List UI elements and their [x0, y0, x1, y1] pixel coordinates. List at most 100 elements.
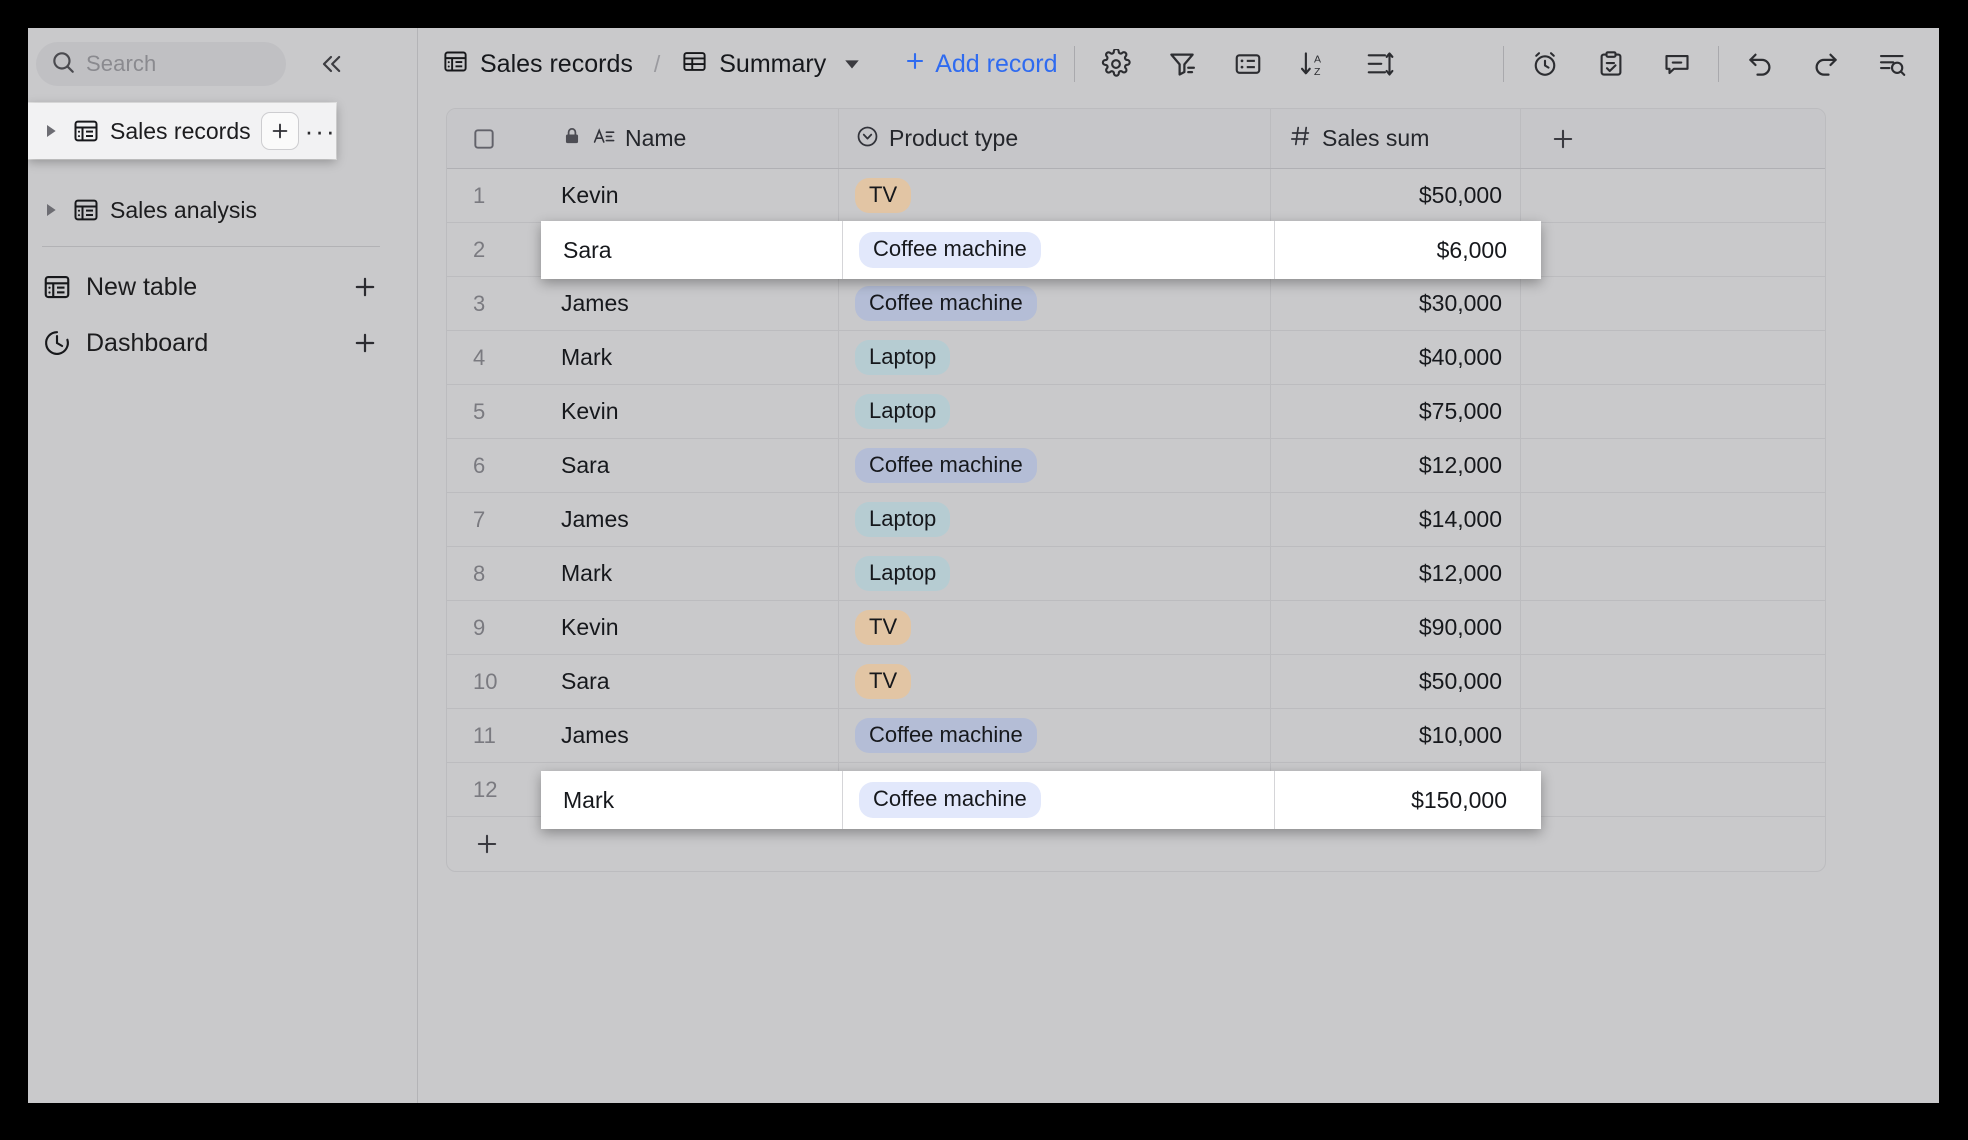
collapse-sidebar-button[interactable] [312, 45, 350, 83]
add-view-button[interactable] [260, 112, 299, 150]
cell-sales-sum[interactable]: $6,000 [1271, 223, 1521, 276]
add-column-button[interactable] [1521, 109, 1825, 168]
table-row[interactable]: 3 James Coffee machine $30,000 [447, 277, 1825, 331]
search-input[interactable]: Search [36, 42, 286, 86]
plus-icon [903, 49, 927, 80]
breadcrumb-separator: / [653, 50, 661, 77]
table-row[interactable]: 7 James Laptop $14,000 [447, 493, 1825, 547]
cell-sales-sum[interactable]: $12,000 [1271, 439, 1521, 492]
table-row[interactable]: 6 Sara Coffee machine $12,000 [447, 439, 1825, 493]
cell-name[interactable]: Kevin [539, 385, 839, 438]
cell-product-type[interactable]: TV [839, 655, 1271, 708]
records-grid: Name Product type Sales sum 1 Kevin TV $… [446, 108, 1826, 872]
reminder-icon[interactable] [1520, 39, 1570, 89]
cell-name[interactable]: Sara [539, 223, 839, 276]
add-dashboard-button[interactable] [348, 326, 382, 360]
table-row[interactable]: 10 Sara TV $50,000 [447, 655, 1825, 709]
cell-name[interactable]: Sara [539, 439, 839, 492]
table-row[interactable]: 5 Kevin Laptop $75,000 [447, 385, 1825, 439]
cell-sales-sum[interactable]: $14,000 [1271, 493, 1521, 546]
grid-body: 1 Kevin TV $50,000 2 Sara Coffee machine $6,000… [447, 169, 1825, 817]
cell-name[interactable]: James [539, 709, 839, 762]
cell-name[interactable]: Mark [539, 763, 839, 816]
cell-sales-sum[interactable]: $40,000 [1271, 331, 1521, 384]
main-area: Sales records / Summary Add record A Z N… [418, 28, 1939, 1103]
sidebar-search-row: Search [36, 37, 408, 91]
cell-sales-sum[interactable]: $150,000 [1271, 763, 1521, 816]
find-in-table-icon[interactable] [1867, 39, 1917, 89]
sidebar-item-dashboard[interactable]: Dashboard [42, 316, 382, 370]
cell-sales-sum[interactable]: $30,000 [1271, 277, 1521, 330]
cell-product-type[interactable]: Laptop [839, 493, 1271, 546]
cell-sales-sum[interactable]: $12,000 [1271, 547, 1521, 600]
svg-text:A: A [1314, 53, 1321, 65]
search-icon [50, 49, 76, 80]
table-icon [72, 117, 100, 145]
table-row[interactable]: 9 Kevin TV $90,000 [447, 601, 1825, 655]
select-all-checkbox[interactable] [447, 109, 539, 168]
sidebar-item-sales-analysis[interactable]: Sales analysis [40, 183, 390, 237]
table-row[interactable]: 12 Mark Coffee machine $150,000 [447, 763, 1825, 817]
settings-icon[interactable] [1091, 39, 1141, 89]
cell-name[interactable]: James [539, 493, 839, 546]
product-type-tag: Coffee machine [855, 717, 1037, 754]
undo-icon[interactable] [1735, 39, 1785, 89]
column-header-sales-sum[interactable]: Sales sum [1271, 109, 1521, 168]
sidebar-item-sales-records[interactable]: Sales records ··· [28, 103, 336, 159]
breadcrumb-table[interactable]: Sales records [442, 48, 633, 80]
breadcrumb-view[interactable]: Summary [681, 48, 861, 80]
table-row[interactable]: 2 Sara Coffee machine $6,000 [447, 223, 1825, 277]
table-row[interactable]: 11 James Coffee machine $10,000 [447, 709, 1825, 763]
column-header-product-type[interactable]: Product type [839, 109, 1271, 168]
cell-product-type[interactable]: Coffee machine [839, 223, 1271, 276]
cell-sales-sum[interactable]: $50,000 [1271, 655, 1521, 708]
table-row[interactable]: 4 Mark Laptop $40,000 [447, 331, 1825, 385]
cell-product-type[interactable]: TV [839, 601, 1271, 654]
toolbar-utility-tools [1520, 39, 1702, 89]
cell-name[interactable]: Sara [539, 655, 839, 708]
cell-product-type[interactable]: Coffee machine [839, 709, 1271, 762]
add-record-button[interactable]: Add record [903, 49, 1058, 80]
chevron-right-icon[interactable] [40, 120, 62, 142]
group-icon[interactable] [1223, 39, 1273, 89]
cell-name[interactable]: Mark [539, 547, 839, 600]
column-header-name[interactable]: Name [539, 109, 839, 168]
cell-sales-sum[interactable]: $10,000 [1271, 709, 1521, 762]
cell-sales-sum[interactable]: $50,000 [1271, 169, 1521, 222]
row-height-icon[interactable] [1355, 39, 1405, 89]
cell-name[interactable]: Kevin [539, 169, 839, 222]
chevron-right-icon[interactable] [40, 199, 62, 221]
grid-header-row: Name Product type Sales sum [447, 109, 1825, 169]
filter-icon[interactable] [1157, 39, 1207, 89]
redo-icon[interactable] [1801, 39, 1851, 89]
cell-product-type[interactable]: Coffee machine [839, 763, 1271, 816]
cell-name[interactable]: James [539, 277, 839, 330]
cell-product-type[interactable]: TV [839, 169, 1271, 222]
table-icon [72, 196, 100, 224]
cell-product-type[interactable]: Coffee machine [839, 439, 1271, 492]
cell-product-type[interactable]: Laptop [839, 331, 1271, 384]
cell-name[interactable]: Kevin [539, 601, 839, 654]
task-icon[interactable] [1586, 39, 1636, 89]
sidebar-item-new-table[interactable]: New table [42, 260, 382, 314]
comment-icon[interactable] [1652, 39, 1702, 89]
table-row[interactable]: 1 Kevin TV $50,000 [447, 169, 1825, 223]
cell-product-type[interactable]: Coffee machine [839, 277, 1271, 330]
add-row-button[interactable] [447, 817, 1825, 871]
table-icon [442, 48, 469, 80]
table-row[interactable]: 8 Mark Laptop $12,000 [447, 547, 1825, 601]
row-spacer [1521, 277, 1825, 330]
cell-product-type[interactable]: Laptop [839, 385, 1271, 438]
cell-name[interactable]: Mark [539, 331, 839, 384]
product-type-tag: Coffee machine [855, 285, 1037, 322]
row-number: 5 [473, 398, 486, 424]
add-table-button[interactable] [348, 270, 382, 304]
app-window: Search Sales records ··· Sales analysis … [28, 28, 1939, 1103]
add-record-label: Add record [935, 49, 1058, 78]
chevron-down-icon[interactable] [843, 55, 861, 73]
sort-az-icon[interactable]: A Z [1289, 39, 1339, 89]
cell-product-type[interactable]: Laptop [839, 547, 1271, 600]
cell-sales-sum[interactable]: $75,000 [1271, 385, 1521, 438]
more-options-button[interactable]: ··· [303, 113, 339, 149]
cell-sales-sum[interactable]: $90,000 [1271, 601, 1521, 654]
